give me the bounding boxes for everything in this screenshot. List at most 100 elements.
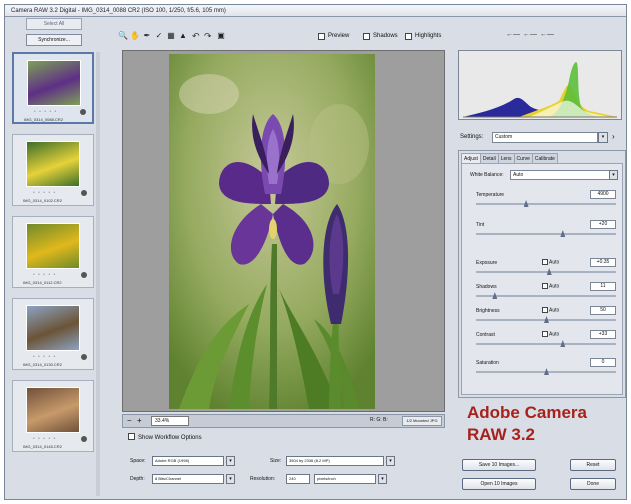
resolution-input[interactable]: 240 [286, 474, 310, 484]
straighten-tool-icon[interactable]: ▲ [178, 31, 188, 41]
tab-adjust[interactable]: Adjust [461, 153, 481, 163]
zoom-out-icon[interactable]: − [127, 416, 132, 426]
auto-checkbox[interactable]: Auto [542, 307, 559, 313]
thumbnail-item[interactable]: • • • • • IMG_0314_0088.CR2 [12, 52, 94, 124]
size-label: Size: [270, 458, 282, 464]
slider-track[interactable] [476, 343, 616, 345]
workflow-checkbox[interactable] [128, 433, 135, 440]
rating-stars[interactable]: • • • • • [33, 190, 56, 196]
auto-label: Auto [549, 331, 560, 338]
preview-checkbox[interactable] [318, 33, 325, 40]
done-button[interactable]: Done [570, 478, 616, 490]
settings-menu-icon[interactable]: › [612, 132, 615, 142]
size-select[interactable]: 3504 by 2336 (8.2 MP) [286, 456, 384, 466]
adjust-label: Brightness [476, 308, 500, 314]
auto-label: Auto [549, 283, 560, 290]
adjust-value-input[interactable]: +0.35 [590, 258, 616, 267]
rotate-left-icon[interactable]: ↶ [192, 31, 200, 42]
highlights-checkbox[interactable] [405, 33, 412, 40]
save-images-button[interactable]: Save 10 Images... [462, 459, 536, 471]
settings-select[interactable]: Custom [492, 132, 598, 143]
adjust-value-input[interactable]: 50 [590, 306, 616, 315]
adjust-tab-content: White Balance: Auto ▾ Temperature 4900 Tin… [461, 163, 623, 395]
zoom-level-select[interactable]: 33.4% [151, 416, 189, 426]
depth-select[interactable]: 8 Bits/Channel [152, 474, 224, 484]
shadows-checkbox[interactable] [363, 33, 370, 40]
settings-badge-icon [81, 190, 87, 196]
chevron-down-icon[interactable]: ▾ [378, 474, 387, 484]
resolution-unit-select[interactable]: pixels/inch [314, 474, 376, 484]
rating-stars[interactable]: • • • • • [34, 109, 57, 115]
tab-calibrate[interactable]: Calibrate [531, 153, 558, 163]
rating-stars[interactable]: • • • • • [33, 436, 56, 442]
checkbox-icon[interactable] [542, 283, 548, 289]
filmstrip-scrollbar[interactable] [96, 52, 100, 496]
step-arrow-icon[interactable]: ←— [523, 31, 537, 38]
chevron-down-icon[interactable]: ▾ [609, 170, 618, 180]
adjust-label: Saturation [476, 360, 499, 366]
settings-badge-icon [81, 272, 87, 278]
adjust-value-input[interactable]: 4900 [590, 190, 616, 199]
tab-detail[interactable]: Detail [479, 153, 499, 163]
white-balance-select[interactable]: Auto [510, 170, 610, 180]
slider-track[interactable] [476, 295, 616, 297]
adjust-value-input[interactable]: 11 [590, 282, 616, 291]
tab-lens[interactable]: Lens [497, 153, 515, 163]
zoom-tool-icon[interactable]: 🔍 [118, 31, 128, 41]
thumbnail-item[interactable]: • • • • • IMG_0314_0112.CR2 [12, 216, 94, 288]
open-images-button[interactable]: Open 10 Images [462, 478, 536, 490]
image-preview-area[interactable] [122, 50, 445, 412]
chevron-down-icon[interactable]: ▾ [598, 132, 608, 143]
checkbox-icon[interactable] [542, 307, 548, 313]
adjust-label: Temperature [476, 192, 505, 198]
select-all-button[interactable]: Select All [26, 18, 82, 30]
workflow-options-toggle[interactable]: Show Workflow Options [128, 432, 202, 441]
tool-bar: 🔍 ✋ ✒ ✓ ▦ ▲ ↶ ↷ ▣ Preview Shadows Highli… [118, 30, 618, 44]
thumbnail-item[interactable]: • • • • • IMG_0314_0102.CR2 [12, 134, 94, 206]
checkbox-icon[interactable] [542, 331, 548, 337]
color-sampler-tool-icon[interactable]: ✓ [154, 31, 164, 41]
rating-stars[interactable]: • • • • • [33, 354, 56, 360]
depth-label: Depth: [130, 476, 145, 482]
chevron-down-icon[interactable]: ▾ [226, 474, 235, 484]
settings-row: Settings: Custom ▾ › [460, 132, 622, 144]
rgb-readout: R: G: B: [370, 417, 388, 423]
slider-track[interactable] [476, 271, 616, 273]
auto-checkbox[interactable]: Auto [542, 331, 559, 337]
settings-badge-icon [80, 109, 86, 115]
auto-checkbox[interactable]: Auto [542, 259, 559, 265]
adjust-value-input[interactable]: 0 [590, 358, 616, 367]
rotate-right-icon[interactable]: ↷ [204, 31, 212, 42]
resolution-label: Resolution: [250, 476, 276, 482]
white-balance-tool-icon[interactable]: ✒ [142, 31, 152, 41]
auto-checkbox[interactable]: Auto [542, 283, 559, 289]
thumbnail-item[interactable]: • • • • • IMG_0314_0130.CR2 [12, 298, 94, 370]
zoom-in-icon[interactable]: + [137, 416, 142, 426]
preview-photo [169, 54, 375, 409]
crop-tool-icon[interactable]: ▦ [166, 31, 176, 41]
synchronize-button[interactable]: Synchronize... [26, 34, 82, 46]
slider-track[interactable] [476, 233, 616, 235]
tab-curve[interactable]: Curve [513, 153, 533, 163]
rating-stars[interactable]: • • • • • [33, 272, 56, 278]
adjust-value-input[interactable]: +33 [590, 330, 616, 339]
trash-icon[interactable]: ▣ [216, 31, 226, 41]
reset-button[interactable]: Reset [570, 459, 616, 471]
undo-arrow-icon[interactable]: ←— [506, 31, 520, 38]
thumbnail-image [26, 387, 80, 433]
chevron-down-icon[interactable]: ▾ [226, 456, 235, 466]
adjust-label: Contrast [476, 332, 495, 338]
white-balance-label: White Balance: [470, 172, 504, 178]
redo-arrow-icon[interactable]: ←— [540, 31, 554, 38]
adjust-value-input[interactable]: +20 [590, 220, 616, 229]
space-label: Space: [130, 458, 146, 464]
slider-track[interactable] [476, 203, 616, 205]
chevron-down-icon[interactable]: ▾ [386, 456, 395, 466]
hand-tool-icon[interactable]: ✋ [130, 31, 140, 41]
space-select[interactable]: Adobe RGB (1998) [152, 456, 224, 466]
caption-line-2: RAW 3.2 [467, 425, 536, 444]
thumbnail-item[interactable]: • • • • • IMG_0314_0145.CR2 [12, 380, 94, 452]
adjust-row-contrast: Contrast Auto +33 [466, 330, 620, 352]
adjust-row-exposure: Exposure Auto +0.35 [466, 258, 620, 280]
checkbox-icon[interactable] [542, 259, 548, 265]
